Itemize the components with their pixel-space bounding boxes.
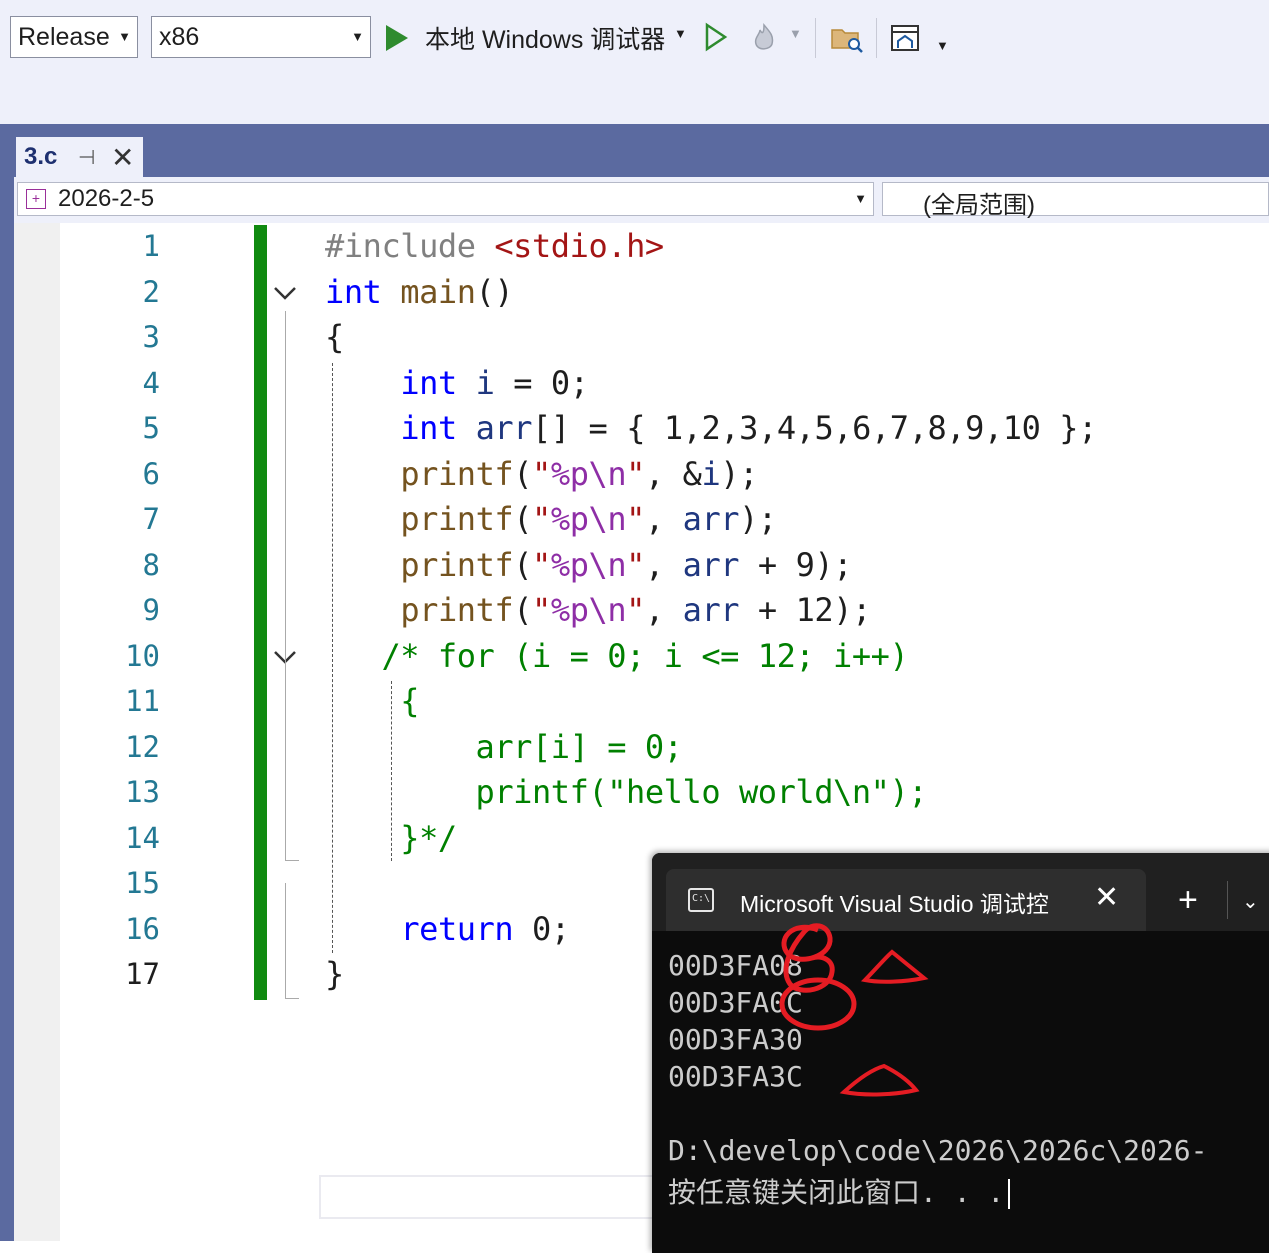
fold-guide: [285, 675, 286, 861]
terminal-icon: C:\: [688, 888, 714, 912]
line-number: 10: [125, 639, 160, 673]
line-number: 12: [125, 730, 160, 764]
line-number: 13: [125, 775, 160, 809]
line-number: 7: [142, 502, 160, 536]
titlebar-separator: [1227, 881, 1228, 919]
platform-value: x86: [159, 23, 200, 51]
code-line-comment[interactable]: arr[i] = 0;: [325, 728, 683, 766]
toolbar: Release ▼ x86 ▼ 本地 Windows 调试器 ▼ ▼ ▼: [0, 0, 1269, 124]
solution-config-dropdown[interactable]: Release ▼: [10, 16, 138, 58]
console-output-line: 00D3FA0C: [668, 986, 803, 1019]
current-line-highlight: [319, 1175, 669, 1219]
scope-dropdown[interactable]: (全局范围): [882, 182, 1269, 219]
line-number: 11: [125, 684, 160, 718]
code-line-comment[interactable]: /* for (i = 0; i <= 12; i++): [325, 637, 908, 675]
console-output-line: 00D3FA30: [668, 1023, 803, 1056]
code-line[interactable]: int i = 0;: [325, 364, 589, 402]
chevron-down-icon: ▼: [118, 29, 131, 44]
fold-guide-end: [285, 860, 299, 861]
pin-icon[interactable]: ⊣: [78, 145, 95, 170]
console-output-line: 00D3FA3C: [668, 1060, 803, 1093]
console-output-line: 00D3FA08: [668, 949, 803, 982]
toolbar-overflow-icon[interactable]: ▼: [936, 38, 949, 53]
fold-guide: [285, 311, 286, 679]
line-number: 2: [142, 275, 160, 309]
tab-3c[interactable]: 3.c ⊣ ✕: [16, 137, 143, 177]
line-number: 14: [125, 821, 160, 855]
find-in-files-icon[interactable]: [830, 22, 864, 54]
start-debugging-label: 本地 Windows 调试器: [425, 26, 666, 54]
chevron-down-icon: ▼: [854, 191, 867, 206]
console-titlebar[interactable]: C:\ Microsoft Visual Studio 调试控 ✕ + ⌄: [652, 853, 1269, 931]
glyph-margin[interactable]: [14, 223, 60, 1241]
hot-reload-icon[interactable]: [748, 22, 780, 54]
navigation-bar: + 2026-2-5 ▼ (全局范围): [14, 177, 1269, 223]
line-number: 5: [142, 411, 160, 445]
fold-guide-end: [285, 998, 299, 999]
line-number: 15: [125, 866, 160, 900]
start-without-debugging-icon[interactable]: [704, 22, 728, 52]
console-tab-title: Microsoft Visual Studio 调试控: [740, 891, 1049, 917]
toolbar-separator: [815, 18, 816, 58]
line-number: 1: [142, 229, 160, 263]
tab-label: 3.c: [24, 143, 58, 170]
code-line-comment[interactable]: printf("hello world\n");: [325, 773, 928, 811]
text-cursor: [1008, 1179, 1011, 1209]
window-layout-icon[interactable]: [889, 22, 921, 54]
debug-console-window[interactable]: C:\ Microsoft Visual Studio 调试控 ✕ + ⌄ 00…: [652, 853, 1269, 1253]
line-number: 8: [142, 548, 160, 582]
new-tab-button[interactable]: +: [1178, 883, 1198, 917]
project-dropdown[interactable]: + 2026-2-5 ▼: [17, 182, 874, 216]
close-icon[interactable]: ✕: [1094, 880, 1119, 915]
code-line[interactable]: {: [325, 318, 344, 356]
line-number: 16: [125, 912, 160, 946]
console-prompt-text: 按任意键关闭此窗口. . .: [668, 1176, 1005, 1209]
console-tab[interactable]: C:\ Microsoft Visual Studio 调试控 ✕: [666, 869, 1146, 931]
code-line[interactable]: printf("%p\n", arr);: [325, 500, 777, 538]
code-line[interactable]: printf("%p\n", arr + 12);: [325, 591, 871, 629]
play-icon: [386, 25, 408, 51]
console-prompt-line: 按任意键关闭此窗口. . .: [668, 1171, 1011, 1211]
code-line-comment[interactable]: {: [325, 682, 419, 720]
code-line-current[interactable]: }: [325, 955, 344, 993]
code-line-comment[interactable]: }*/: [325, 819, 457, 857]
scope-label: (全局范围): [923, 192, 1035, 219]
debug-target-dropdown-icon[interactable]: ▼: [674, 26, 687, 41]
fold-guide: [285, 883, 286, 999]
chevron-down-icon[interactable]: ⌄: [1242, 889, 1259, 914]
project-name: 2026-2-5: [58, 185, 155, 212]
start-debugging-button[interactable]: 本地 Windows 调试器: [386, 20, 665, 56]
chevron-down-icon: ▼: [351, 29, 364, 44]
code-line[interactable]: printf("%p\n", &i);: [325, 455, 758, 493]
hot-reload-dropdown-icon[interactable]: ▼: [789, 26, 802, 41]
collapse-region-icon[interactable]: [273, 281, 297, 305]
code-line[interactable]: int main(): [325, 273, 514, 311]
close-icon[interactable]: ✕: [111, 141, 134, 174]
line-number-current: 17: [125, 957, 160, 991]
line-number: 6: [142, 457, 160, 491]
code-line[interactable]: printf("%p\n", arr + 9);: [325, 546, 852, 584]
line-number: 4: [142, 366, 160, 400]
change-tracking-bar: [254, 225, 267, 1000]
line-number: 3: [142, 320, 160, 354]
line-number: 9: [142, 593, 160, 627]
code-line[interactable]: int arr[] = { 1,2,3,4,5,6,7,8,9,10 };: [325, 409, 1097, 447]
solution-config-value: Release: [18, 23, 110, 51]
platform-dropdown[interactable]: x86 ▼: [151, 16, 371, 58]
project-icon: +: [26, 189, 46, 209]
toolbar-separator: [876, 18, 877, 58]
code-line[interactable]: return 0;: [325, 910, 570, 948]
code-line[interactable]: #include <stdio.h>: [325, 227, 664, 265]
console-output-line: D:\develop\code\2026\2026c\2026-: [668, 1134, 1208, 1167]
